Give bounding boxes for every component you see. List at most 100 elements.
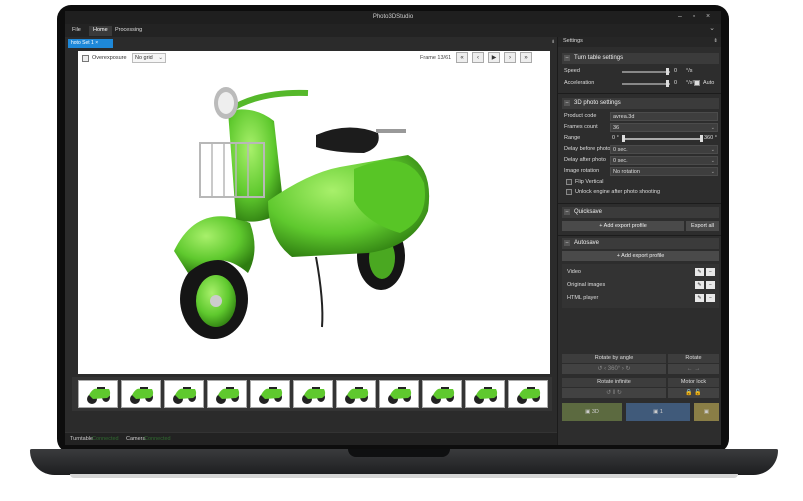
speed-row: Speed 0 °/s [564, 68, 693, 75]
autosave-add-profile-button[interactable]: + Add export profile [562, 251, 719, 261]
frames-row: Frames count 36 ⌄ [562, 123, 719, 132]
thumbnail[interactable] [422, 380, 462, 408]
maximize-icon[interactable]: ▫ [689, 13, 699, 22]
list-item: HTML player ✎ − [562, 294, 719, 303]
close-icon[interactable]: × [703, 13, 713, 22]
rotate-infinite-control[interactable]: ↺ ‖ ↻ [562, 388, 666, 398]
product-code-input[interactable]: avrea.3d [610, 112, 718, 121]
thumbnail-strip[interactable] [72, 377, 552, 411]
acceleration-slider-handle[interactable] [666, 80, 669, 87]
photo-viewport: Overexposure No grid ⌄ Frame 13/61 « ‹ ▶ … [78, 51, 550, 374]
auto-checkbox[interactable] [694, 80, 700, 86]
collapse-icon: – [564, 209, 570, 215]
camera-status-label: Camera [126, 436, 146, 442]
turntable-status: Connected [92, 436, 119, 442]
thumbnail[interactable] [336, 380, 376, 408]
speed-slider[interactable] [622, 71, 670, 73]
title-bar: Photo3DStudio – ▫ × [65, 11, 721, 24]
flip-vertical-checkbox[interactable] [566, 179, 572, 185]
remove-icon[interactable]: − [706, 281, 715, 289]
range-max-handle[interactable] [700, 135, 703, 142]
acceleration-slider[interactable] [622, 83, 670, 85]
edit-icon[interactable]: ✎ [695, 294, 704, 302]
app-window: Photo3DStudio – ▫ × File Home Processing… [65, 11, 721, 445]
rotate-infinite-label: Rotate infinite [562, 378, 666, 387]
collapse-icon: – [564, 240, 570, 246]
chevron-down-icon: ⌄ [710, 125, 715, 131]
rotate-arrows[interactable]: ← → [668, 364, 719, 374]
laptop-notch [348, 449, 450, 457]
thumbnail[interactable] [250, 380, 290, 408]
export-all-button[interactable]: Export all [686, 221, 719, 231]
add-export-profile-button[interactable]: + Add export profile [562, 221, 684, 231]
rotate-by-angle-label: Rotate by angle [562, 354, 666, 363]
workspace: hoto Set 1 × ⇟ Overexposure No grid ⌄ Fra… [65, 37, 557, 445]
menu-processing[interactable]: Processing [111, 26, 146, 36]
section-turntable[interactable]: – Turn table settings [562, 53, 719, 64]
chevron-down-icon[interactable]: ⌄ [709, 24, 715, 32]
frames-select[interactable]: 36 ⌄ [610, 123, 718, 132]
edit-icon[interactable]: ✎ [695, 268, 704, 276]
delay-before-row: Delay before photo 0 sec. ⌄ [562, 145, 719, 154]
scooter-image [174, 87, 430, 339]
shoot-single-button[interactable]: ▣ 1 [626, 403, 690, 421]
menu-bar: File Home Processing ⌄ [65, 24, 721, 37]
range-slider[interactable] [622, 138, 702, 140]
range-row: Range 0 ° 360 ° [564, 135, 717, 142]
shoot-3d-button[interactable]: ▣ 3D [562, 403, 622, 421]
rotate-label: Rotate [668, 354, 719, 363]
shoot-other-button[interactable]: ▣ [694, 403, 719, 421]
collapse-icon: – [564, 55, 570, 61]
camera-icon: ▣ [653, 409, 659, 415]
app-title: Photo3DStudio [372, 14, 414, 20]
remove-icon[interactable]: − [706, 268, 715, 276]
thumbnail[interactable] [293, 380, 333, 408]
speed-slider-handle[interactable] [666, 68, 669, 75]
thumbnail[interactable] [465, 380, 505, 408]
section-3d-photo[interactable]: –3D photo settings [562, 98, 719, 109]
tab-photo-set[interactable]: hoto Set 1 × [68, 39, 113, 48]
camera-status: Connected [144, 436, 171, 442]
range-min-handle[interactable] [622, 135, 625, 142]
tab-close-icon[interactable]: × [95, 40, 98, 46]
menu-file[interactable]: File [68, 26, 85, 36]
camera-icon: ▣ [585, 409, 591, 415]
thumbnail[interactable] [78, 380, 118, 408]
rotation-row: Image rotation No rotation ⌄ [562, 167, 719, 176]
menu-home[interactable]: Home [89, 26, 112, 36]
pin-icon[interactable]: ⇟ [551, 39, 555, 45]
thumbnail[interactable] [164, 380, 204, 408]
minimize-icon[interactable]: – [675, 13, 685, 22]
camera-icon: ▣ [703, 409, 710, 415]
thumbnail[interactable] [379, 380, 419, 408]
motor-lock-label: Motor lock [668, 378, 719, 387]
rotation-select[interactable]: No rotation ⌄ [610, 167, 718, 176]
settings-panel: Settings ⇟ – Turn table settings Speed 0 °… [557, 37, 721, 445]
section-autosave[interactable]: – Autosave [562, 238, 719, 249]
laptop-foot [70, 474, 738, 478]
settings-header: Settings ⇟ [558, 37, 721, 47]
remove-icon[interactable]: − [706, 294, 715, 302]
delay-after-select[interactable]: 0 sec. ⌄ [610, 156, 718, 165]
section-quicksave[interactable]: – Quicksave [562, 207, 719, 218]
thumbnail[interactable] [121, 380, 161, 408]
autosave-profile-list: Video ✎ − Original images ✎ − HTML playe… [562, 264, 719, 308]
edit-icon[interactable]: ✎ [695, 281, 704, 289]
product-code-row: Product code avrea.3d [562, 112, 719, 121]
unlock-engine-checkbox[interactable] [566, 189, 572, 195]
delay-before-select[interactable]: 0 sec. ⌄ [610, 145, 718, 154]
chevron-down-icon: ⌄ [710, 147, 715, 153]
motor-lock-control[interactable]: 🔒 🔓 [668, 388, 719, 398]
rotate-by-angle-control[interactable]: ↺ ‹ 360° › ↻ [562, 364, 666, 374]
thumbnail[interactable] [207, 380, 247, 408]
flip-row: Flip Vertical [562, 178, 719, 187]
chevron-down-icon: ⌄ [710, 169, 715, 175]
pin-icon[interactable]: ⇟ [713, 38, 718, 44]
thumbnail[interactable] [508, 380, 548, 408]
status-bar: Turntable Connected Camera Connected [65, 432, 557, 445]
turntable-status-label: Turntable [70, 436, 94, 442]
chevron-down-icon: ⌄ [710, 158, 715, 164]
collapse-icon: – [564, 100, 570, 106]
acceleration-row: Acceleration 0 °/s² Auto [564, 80, 715, 87]
list-item: Original images ✎ − [562, 281, 719, 290]
